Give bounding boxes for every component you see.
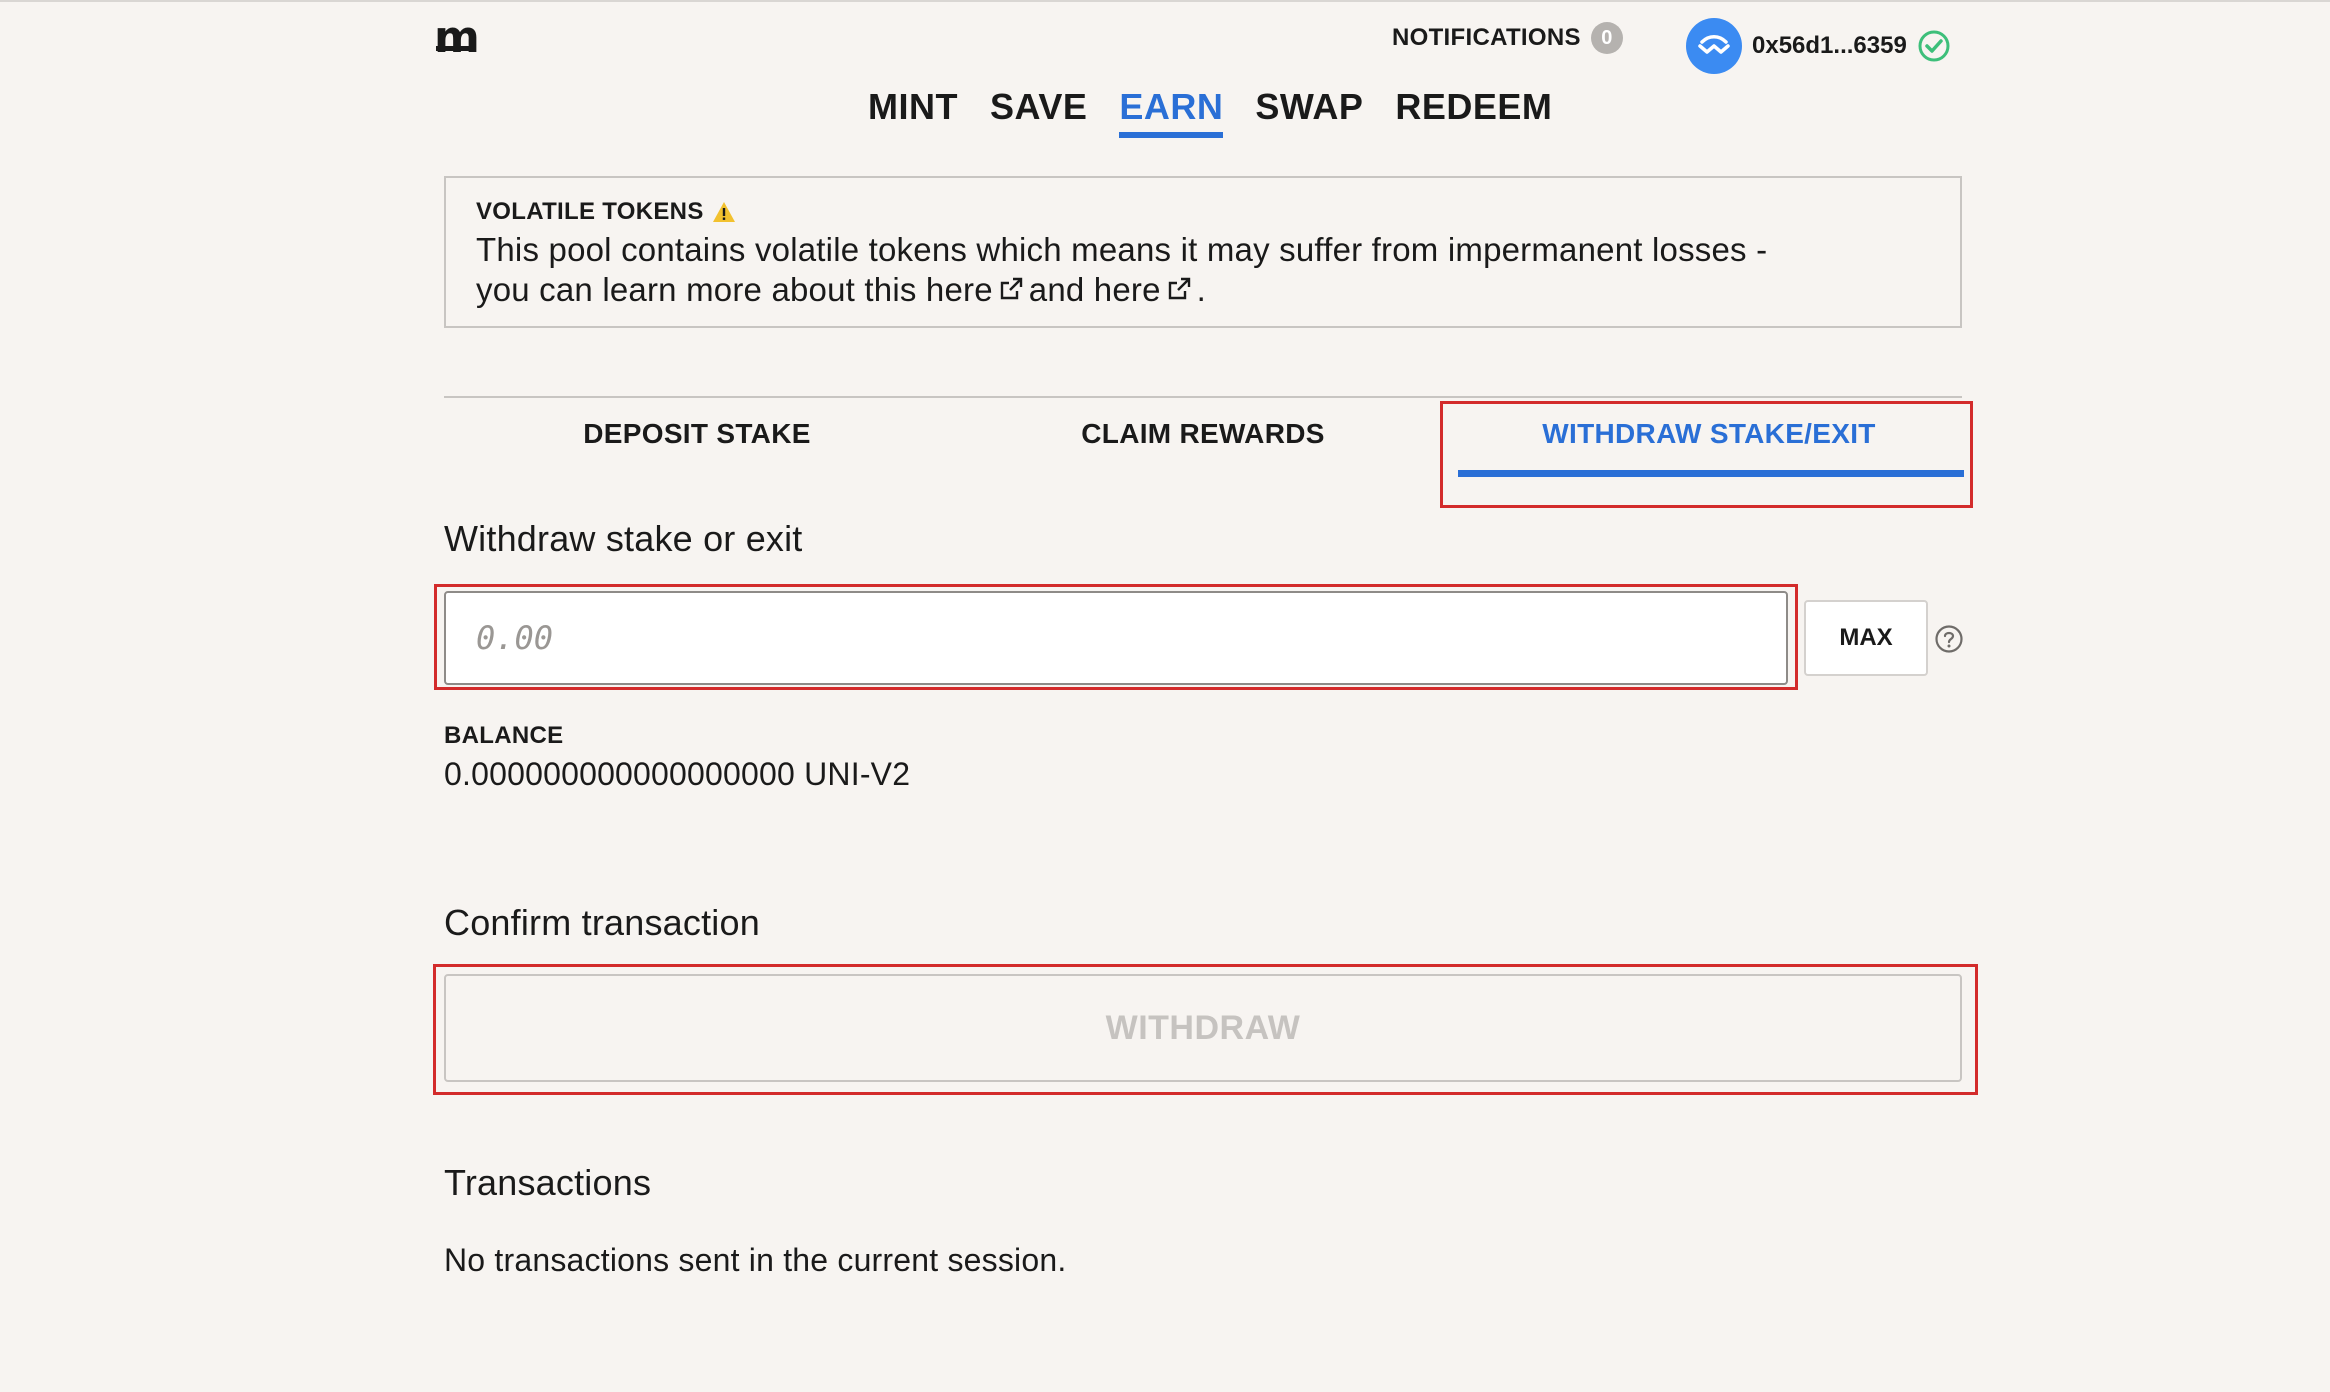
alert-title: VOLATILE TOKENS xyxy=(476,198,704,225)
alert-text-and-here: and here xyxy=(1028,271,1161,308)
wallet-address: 0x56d1...6359 xyxy=(1752,32,1907,59)
confirm-section-label: Confirm transaction xyxy=(444,902,760,943)
transactions-section-label: Transactions xyxy=(444,1162,652,1203)
mstable-logo[interactable]: m xyxy=(434,16,480,60)
main-nav: MINT SAVE EARN SWAP REDEEM xyxy=(868,86,1552,138)
external-link-icon[interactable] xyxy=(1165,275,1193,303)
balance-title: BALANCE xyxy=(444,722,564,749)
tabs-divider xyxy=(444,396,1962,398)
nav-swap[interactable]: SWAP xyxy=(1255,86,1363,138)
nav-save[interactable]: SAVE xyxy=(990,86,1087,138)
warning-icon xyxy=(712,202,735,222)
alert-text-line1: This pool contains volatile tokens which… xyxy=(476,231,1768,268)
withdraw-section-label: Withdraw stake or exit xyxy=(444,518,803,559)
max-button[interactable]: MAX xyxy=(1804,600,1928,676)
alert-title-row: VOLATILE TOKENS xyxy=(476,198,1930,226)
balance-value: 0.000000000000000000 UNI-V2 xyxy=(444,756,911,792)
connected-check-icon xyxy=(1918,30,1950,62)
nav-redeem[interactable]: REDEEM xyxy=(1395,86,1552,138)
logo-underline xyxy=(436,46,472,51)
notifications-button[interactable]: NOTIFICATIONS 0 xyxy=(1392,22,1623,54)
highlight-box-withdraw-tab xyxy=(1440,401,1973,508)
transactions-empty-text: No transactions sent in the current sess… xyxy=(444,1242,1067,1278)
highlight-box-withdraw-button xyxy=(433,964,1978,1095)
notifications-count-badge: 0 xyxy=(1590,22,1623,54)
highlight-box-amount-input xyxy=(434,584,1798,690)
alert-text-line2: you can learn more about this here xyxy=(476,271,993,308)
tab-claim-rewards[interactable]: CLAIM REWARDS xyxy=(950,412,1456,468)
alert-body: This pool contains volatile tokens which… xyxy=(476,230,1930,310)
alert-text-period: . xyxy=(1196,271,1207,308)
tab-deposit-stake[interactable]: DEPOSIT STAKE xyxy=(444,412,950,468)
nav-earn[interactable]: EARN xyxy=(1119,86,1224,138)
notifications-label: NOTIFICATIONS xyxy=(1392,24,1581,51)
walletconnect-icon xyxy=(1686,18,1742,74)
top-border xyxy=(0,0,2330,2)
nav-mint[interactable]: MINT xyxy=(868,86,958,138)
wallet-button[interactable]: 0x56d1...6359 xyxy=(1686,18,1951,74)
external-link-icon[interactable] xyxy=(997,275,1025,303)
volatile-tokens-alert: VOLATILE TOKENS This pool contains volat… xyxy=(444,176,1962,328)
help-icon[interactable] xyxy=(1934,624,1964,654)
